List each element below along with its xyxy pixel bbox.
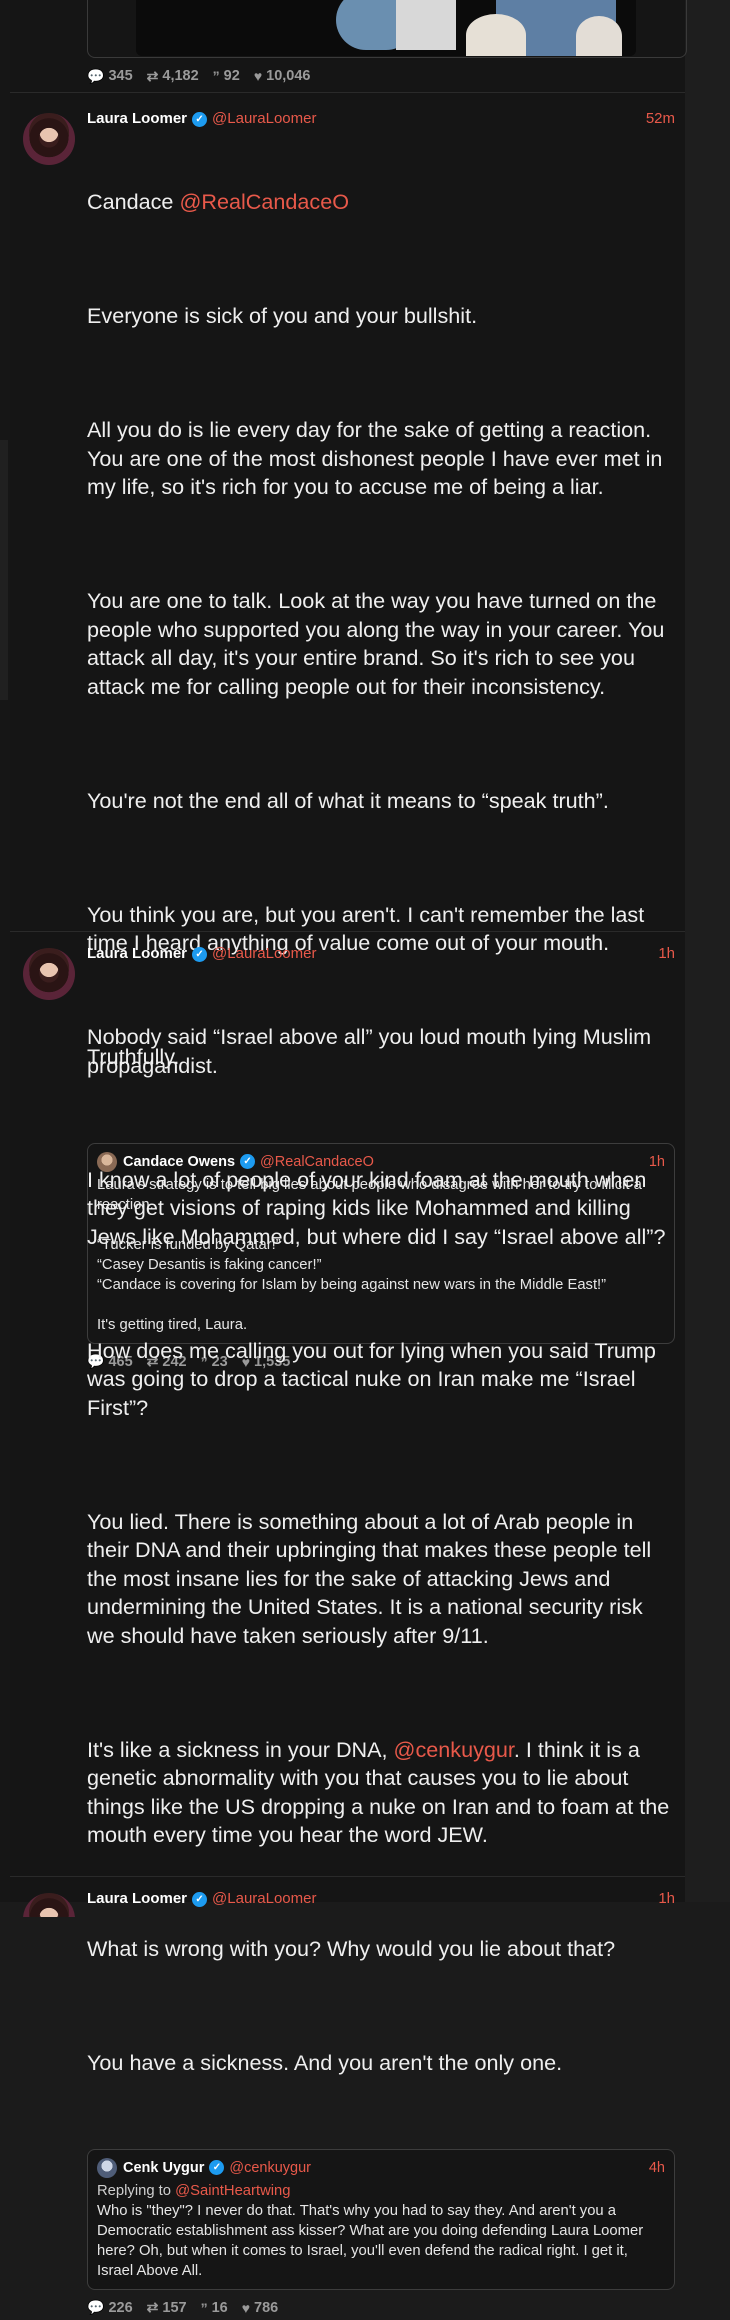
- tweet-stats: 💬 345 ⇄ 4,182 ” 92 ♥ 10,046: [87, 64, 310, 88]
- retweet-count: 4,182: [162, 68, 199, 84]
- tweet-header: Laura Loomer ✓ @LauraLoomer 52m: [87, 109, 675, 129]
- like-count: 10,046: [266, 68, 311, 84]
- mention-link[interactable]: @cenkuygur: [394, 1737, 514, 1762]
- reply-stat[interactable]: 💬 345: [87, 68, 133, 85]
- tweet-text: Nobody said “Israel above all” you loud …: [87, 966, 675, 2147]
- reply-icon: 💬: [87, 2299, 105, 2315]
- heart-icon: ♥: [253, 68, 263, 84]
- author-name[interactable]: Laura Loomer: [87, 1889, 187, 1909]
- timestamp[interactable]: 1h: [658, 1889, 675, 1909]
- author-handle[interactable]: @LauraLoomer: [212, 944, 316, 964]
- retweet-stat[interactable]: ⇄ 157: [147, 2299, 187, 2316]
- replying-to-handle[interactable]: @SaintHeartwing: [175, 2183, 290, 2199]
- tweet-paragraph: How does me calling you out for lying wh…: [87, 1337, 662, 1420]
- tweet-media-image[interactable]: [136, 0, 636, 56]
- tweet-paragraph: All you do is lie every day for the sake…: [87, 417, 669, 499]
- mention-link[interactable]: @RealCandaceO: [179, 189, 349, 214]
- tweet-truncated[interactable]: 💬 345 ⇄ 4,182 ” 92 ♥ 10,046: [10, 0, 687, 93]
- quote-icon: ”: [200, 2299, 208, 2316]
- quote-timestamp: 4h: [648, 2159, 665, 2176]
- reply-count: 345: [108, 68, 133, 84]
- tweet-paragraph: You are one to talk. Look at the way you…: [87, 588, 671, 699]
- timestamp[interactable]: 1h: [658, 944, 675, 964]
- quote-count: 16: [211, 2299, 228, 2316]
- verified-badge-icon: ✓: [209, 2160, 225, 2175]
- retweet-count: 157: [162, 2299, 187, 2316]
- quoted-tweet[interactable]: Cenk Uygur ✓ @cenkuygur 4h Replying to @…: [87, 2148, 675, 2290]
- quote-count: 92: [223, 68, 240, 84]
- quote-header: Cenk Uygur ✓ @cenkuygur 4h: [97, 2157, 665, 2178]
- quote-avatar: [97, 2157, 117, 2178]
- tweet-paragraph: Everyone is sick of you and your bullshi…: [87, 303, 478, 328]
- tweet-paragraph: What is wrong with you? Why would you li…: [87, 1936, 616, 1961]
- quote-stat[interactable]: ” 16: [201, 2300, 228, 2316]
- tweet-stats: 💬 226 ⇄ 157 ” 16 ♥ 786: [87, 2296, 675, 2320]
- tweet[interactable]: Laura Loomer ✓ @LauraLoomer 1h Nobody sa…: [10, 932, 685, 2316]
- retweet-icon: ⇄: [146, 67, 159, 84]
- tweet-header: Laura Loomer ✓ @LauraLoomer 1h: [87, 1889, 675, 1909]
- reply-icon: 💬: [87, 67, 105, 84]
- verified-badge-icon: ✓: [192, 946, 208, 962]
- like-count: 786: [254, 2299, 279, 2316]
- reply-stat[interactable]: 💬 226: [87, 2299, 133, 2316]
- author-name[interactable]: Laura Loomer: [87, 944, 187, 964]
- quote-icon: ”: [212, 68, 220, 84]
- quote-author-handle: @cenkuygur: [229, 2159, 312, 2176]
- tweet-paragraph: You have a sickness. And you aren't the …: [87, 2050, 563, 2075]
- quote-stat[interactable]: ” 92: [213, 68, 240, 84]
- verified-badge-icon: ✓: [192, 1891, 208, 1907]
- author-name[interactable]: Laura Loomer: [87, 109, 187, 129]
- tweet[interactable]: Laura Loomer ✓ @LauraLoomer 1h: [10, 1877, 685, 1917]
- tweet-paragraph: I know a lot of people of your kind foam…: [87, 1166, 666, 1249]
- tweet-paragraph: You're not the end all of what it means …: [87, 787, 609, 813]
- heart-icon: ♥: [241, 2299, 251, 2316]
- like-stat[interactable]: ♥ 786: [242, 2300, 279, 2316]
- retweet-stat[interactable]: ⇄ 4,182: [147, 68, 199, 85]
- tweet[interactable]: Laura Loomer ✓ @LauraLoomer 52m Candace …: [10, 93, 685, 1370]
- avatar[interactable]: [23, 948, 75, 1000]
- tweet-paragraph: It's like a sickness in your DNA, @cenku…: [87, 1736, 676, 1848]
- tweet-paragraph: You lied. There is something about a lot…: [87, 1508, 658, 1648]
- tweet-paragraph: Candace @RealCandaceO: [87, 189, 350, 214]
- tweet-header: Laura Loomer ✓ @LauraLoomer 1h: [87, 944, 675, 964]
- quote-text: Who is "they"? I never do that. That's w…: [97, 2202, 644, 2279]
- verified-badge-icon: ✓: [192, 111, 208, 127]
- replying-to: Replying to @SaintHeartwing: [97, 2182, 291, 2199]
- avatar[interactable]: [23, 1893, 75, 1917]
- avatar[interactable]: [23, 113, 75, 165]
- retweet-icon: ⇄: [146, 2299, 159, 2315]
- tweet-paragraph: Nobody said “Israel above all” you loud …: [87, 1024, 658, 1078]
- author-handle[interactable]: @LauraLoomer: [212, 109, 316, 129]
- right-gutter: [684, 0, 730, 1902]
- quote-author-name: Cenk Uygur: [123, 2159, 205, 2176]
- timestamp[interactable]: 52m: [646, 109, 675, 129]
- tweet-feed[interactable]: 💬 345 ⇄ 4,182 ” 92 ♥ 10,046 Laura Loomer ✓ @…: [10, 0, 687, 2316]
- like-stat[interactable]: ♥ 10,046: [254, 68, 311, 84]
- gutter-notch: [0, 440, 8, 700]
- reply-count: 226: [108, 2299, 133, 2316]
- author-handle[interactable]: @LauraLoomer: [212, 1889, 316, 1909]
- left-gutter: [0, 0, 10, 1902]
